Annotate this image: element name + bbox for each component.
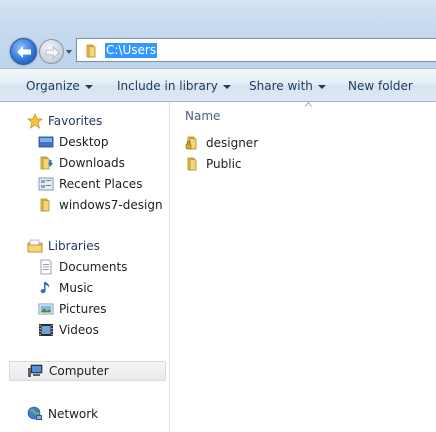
nav-desktop[interactable]: Desktop	[0, 132, 166, 152]
forward-arrow-icon	[45, 46, 60, 59]
nav-favorites-label: Favorites	[48, 114, 103, 128]
share-with-label: Share with	[249, 79, 313, 93]
folder-icon	[187, 157, 197, 171]
chevron-down-icon	[222, 84, 231, 89]
nav-libraries-label: Libraries	[48, 239, 100, 253]
nav-downloads[interactable]: Downloads	[0, 153, 166, 173]
network-icon	[27, 406, 42, 420]
user-folder-icon	[185, 136, 197, 150]
file-name: designer	[206, 136, 259, 150]
share-with-menu[interactable]: Share with	[249, 78, 326, 94]
chevron-down-icon	[317, 84, 326, 89]
star-icon	[27, 113, 43, 129]
back-arrow-icon	[17, 46, 31, 58]
new-folder-label: New folder	[348, 79, 413, 93]
nav-network[interactable]: Network	[0, 404, 166, 424]
nav-pictures[interactable]: Pictures	[0, 299, 166, 319]
back-button[interactable]	[10, 38, 37, 65]
nav-computer-label: Computer	[49, 364, 109, 378]
nav-pictures-label: Pictures	[59, 302, 107, 316]
folder-icon	[86, 44, 96, 58]
nav-documents[interactable]: Documents	[0, 257, 166, 277]
nav-desktop-label: Desktop	[59, 135, 109, 149]
documents-icon	[40, 259, 52, 275]
nav-recent-places-label: Recent Places	[59, 177, 143, 191]
recent-pages-dropdown-icon[interactable]	[65, 48, 73, 56]
new-folder-button[interactable]: New folder	[348, 78, 413, 94]
pictures-icon	[38, 303, 54, 315]
organize-menu[interactable]: Organize	[26, 78, 93, 94]
nav-music-label: Music	[59, 281, 94, 295]
nav-downloads-label: Downloads	[59, 156, 125, 170]
computer-icon	[28, 364, 43, 377]
command-bar: Organize Include in library Share with N…	[0, 68, 436, 102]
include-in-library-label: Include in library	[117, 79, 218, 93]
address-path[interactable]: C:\Users	[105, 43, 158, 58]
downloads-folder-icon	[40, 156, 53, 170]
nav-windows7-design-label: windows7-design	[59, 198, 163, 212]
nav-documents-label: Documents	[59, 260, 128, 274]
nav-music[interactable]: Music	[0, 278, 166, 298]
videos-icon	[39, 324, 53, 336]
nav-videos-label: Videos	[59, 323, 99, 337]
navigation-pane: Favorites Desktop Downloads Recent Place…	[0, 102, 170, 432]
address-bar[interactable]: C:\Users	[76, 38, 436, 62]
nav-favorites[interactable]: Favorites	[0, 111, 166, 131]
include-in-library-menu[interactable]: Include in library	[117, 78, 231, 94]
organize-label: Organize	[26, 79, 80, 93]
folder-icon	[40, 198, 50, 212]
column-header-name[interactable]: Name	[185, 109, 220, 123]
libraries-icon	[27, 239, 43, 253]
music-icon	[40, 282, 50, 294]
nav-windows7-design[interactable]: windows7-design	[0, 195, 166, 215]
forward-button[interactable]	[39, 39, 64, 64]
nav-recent-places[interactable]: Recent Places	[0, 174, 166, 194]
nav-libraries[interactable]: Libraries	[0, 236, 166, 256]
file-name: Public	[206, 157, 242, 171]
nav-network-label: Network	[48, 407, 99, 421]
file-list-pane: Name designer Public	[171, 102, 436, 432]
recent-places-icon	[38, 177, 54, 191]
desktop-icon	[38, 136, 54, 148]
sort-ascending-icon	[305, 102, 312, 107]
nav-videos[interactable]: Videos	[0, 320, 166, 340]
chevron-down-icon	[84, 84, 93, 89]
nav-computer[interactable]: Computer	[9, 361, 166, 381]
